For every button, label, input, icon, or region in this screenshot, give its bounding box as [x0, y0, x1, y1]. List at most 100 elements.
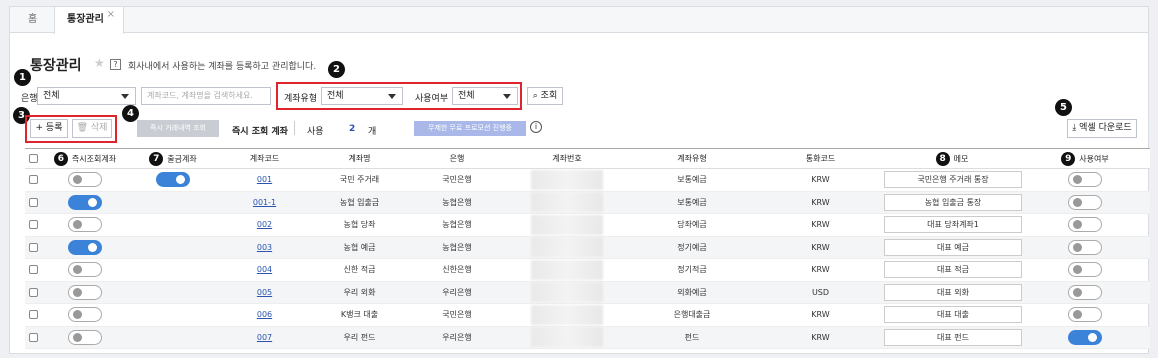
account-code-link[interactable]: 002 — [257, 220, 272, 229]
use-toggle[interactable] — [1068, 194, 1102, 210]
row-checkbox[interactable] — [28, 287, 38, 297]
use-toggle[interactable] — [1068, 329, 1102, 345]
currency-code: USD — [757, 281, 884, 304]
close-icon[interactable]: × — [107, 2, 115, 28]
memo-field[interactable]: 대표 펀드 — [884, 328, 1022, 346]
help-icon[interactable]: ? — [110, 59, 121, 70]
bank-label: 은행 — [21, 94, 38, 104]
page-description: 회사내에서 사용하는 계좌를 등록하고 관리합니다. — [128, 62, 317, 72]
row-cell — [41, 191, 129, 214]
memo-field[interactable]: 국민은행 주거래 통장 — [884, 171, 1022, 189]
delete-button[interactable]: 🗑 삭제 — [72, 119, 112, 138]
row-checkbox[interactable] — [28, 220, 38, 230]
row-cell: 002 — [217, 213, 312, 237]
account-code-link[interactable]: 003 — [257, 243, 272, 252]
withdraw-toggle[interactable] — [156, 172, 190, 188]
bank-name: 국민은행 — [407, 303, 507, 327]
toggle-knob — [176, 175, 185, 185]
row-checkbox[interactable] — [28, 175, 38, 185]
header-account-number[interactable]: 계좌번호 — [507, 148, 627, 169]
account-code-link[interactable]: 007 — [257, 333, 272, 342]
row-cell — [1020, 258, 1150, 282]
table-header-row: 6 즉시조회계좌 7 출금계좌 계좌코드 계좌명 은행 계좌번호 계좌유형 통화코드… — [25, 148, 1150, 169]
trash-icon: 🗑 — [76, 123, 88, 133]
account-code-link[interactable]: 001 — [257, 175, 272, 184]
header-code[interactable]: 계좌코드 — [217, 148, 312, 169]
instant-toggle[interactable] — [68, 239, 102, 255]
memo-field[interactable]: 대표 적금 — [884, 261, 1022, 279]
instant-query-button[interactable]: 즉시 거래내역 조회 — [137, 120, 219, 137]
account-code-link[interactable]: 004 — [257, 265, 272, 274]
row-checkbox[interactable] — [28, 265, 38, 275]
row-cell — [129, 281, 217, 304]
row-cell — [507, 236, 627, 259]
account-code-link[interactable]: 001-1 — [253, 198, 276, 207]
account-type: 당좌예금 — [627, 213, 757, 237]
header-instant[interactable]: 즉시조회계좌 — [72, 154, 116, 163]
instant-toggle[interactable] — [68, 172, 102, 188]
search-input[interactable]: 계좌코드, 계좌명을 검색하세요. — [141, 87, 271, 105]
tab-home[interactable]: 홈 — [28, 7, 37, 33]
use-toggle[interactable] — [1068, 307, 1102, 323]
row-checkbox[interactable] — [28, 310, 38, 320]
header-bank[interactable]: 은행 — [407, 148, 507, 169]
search-button[interactable]: ⌕ 조회 — [527, 87, 563, 105]
account-name: 우리 펀드 — [312, 326, 407, 349]
use-toggle[interactable] — [1068, 284, 1102, 300]
row-cell: 대표 대출 — [884, 303, 1022, 327]
account-type: 은행대출금 — [627, 303, 757, 327]
instant-toggle[interactable] — [68, 329, 102, 345]
header-currency[interactable]: 통화코드 — [757, 148, 884, 169]
row-cell: 001 — [217, 168, 312, 192]
header-use[interactable]: 사용여부 — [1079, 154, 1108, 163]
plus-icon: + — [35, 123, 44, 133]
row-cell — [507, 213, 627, 237]
bank-select[interactable]: 전체 — [37, 87, 136, 105]
register-button[interactable]: + 등록 — [30, 119, 68, 138]
currency-code: KRW — [757, 191, 884, 214]
toggle-knob — [1073, 175, 1082, 185]
type-select-value: 전체 — [327, 91, 344, 101]
header-type[interactable]: 계좌유형 — [627, 148, 757, 169]
account-code-link[interactable]: 006 — [257, 310, 272, 319]
instant-toggle[interactable] — [68, 194, 102, 210]
header-name[interactable]: 계좌명 — [312, 148, 407, 169]
use-select[interactable]: 전체 — [452, 87, 518, 105]
header-memo[interactable]: 메모 — [954, 154, 969, 163]
promo-badge[interactable]: 무제한 무료 프로모션 진행중 — [414, 121, 526, 136]
memo-field[interactable]: 대표 대출 — [884, 306, 1022, 324]
type-select[interactable]: 전체 — [321, 87, 403, 105]
instant-toggle[interactable] — [68, 217, 102, 233]
star-icon[interactable]: ★ — [94, 56, 105, 70]
row-cell — [25, 236, 41, 259]
memo-field[interactable]: 대표 외화 — [884, 283, 1022, 301]
use-toggle[interactable] — [1068, 262, 1102, 278]
currency-code: KRW — [757, 168, 884, 192]
annotation-badge-9: 9 — [1061, 151, 1076, 166]
use-toggle[interactable] — [1068, 172, 1102, 188]
tab-label: 통장관리 — [67, 14, 104, 25]
memo-field[interactable]: 농협 입출금 통장 — [884, 193, 1022, 211]
account-code-link[interactable]: 005 — [257, 288, 272, 297]
memo-field[interactable]: 대표 당좌계좌1 — [884, 216, 1022, 234]
select-all-checkbox[interactable] — [28, 154, 38, 163]
info-icon[interactable]: i — [530, 121, 542, 133]
excel-download-button[interactable]: ⤓ 엑셀 다운로드 — [1067, 119, 1137, 138]
instant-toggle[interactable] — [68, 307, 102, 323]
row-checkbox[interactable] — [28, 242, 38, 252]
row-cell — [1020, 281, 1150, 304]
tab-account-management[interactable]: 통장관리 × — [54, 7, 124, 34]
row-checkbox[interactable] — [28, 197, 38, 207]
toggle-knob — [88, 242, 97, 252]
memo-field[interactable]: 대표 예금 — [884, 238, 1022, 256]
instant-toggle[interactable] — [68, 284, 102, 300]
header-withdraw[interactable]: 출금계좌 — [167, 154, 196, 163]
bank-name: 국민은행 — [407, 168, 507, 192]
annotation-badge-8: 8 — [935, 151, 950, 166]
use-toggle[interactable] — [1068, 239, 1102, 255]
instant-toggle[interactable] — [68, 262, 102, 278]
row-cell — [1020, 191, 1150, 214]
row-cell: 농협 입출금 통장 — [884, 191, 1022, 214]
use-toggle[interactable] — [1068, 217, 1102, 233]
row-checkbox[interactable] — [28, 332, 38, 342]
